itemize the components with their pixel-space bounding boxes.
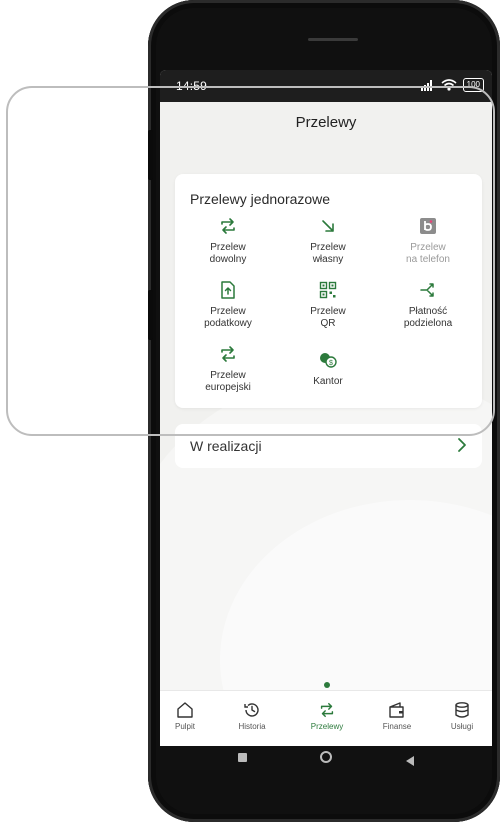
database-icon bbox=[455, 702, 469, 718]
nav-label: Finanse bbox=[382, 722, 412, 731]
nav-item-historia[interactable]: Historia bbox=[222, 701, 282, 731]
back-button[interactable] bbox=[406, 753, 415, 770]
nav-label: Historia bbox=[238, 722, 266, 731]
highlight-frame bbox=[6, 86, 495, 436]
square-icon bbox=[238, 753, 247, 762]
active-tab-indicator bbox=[324, 682, 330, 688]
system-navigation-bar bbox=[160, 746, 492, 770]
in-progress-label: W realizacji bbox=[190, 438, 262, 454]
nav-label: Pulpit bbox=[174, 722, 195, 731]
chevron-right-icon bbox=[458, 438, 466, 452]
home-icon bbox=[177, 702, 193, 718]
nav-item-uslugi[interactable]: Usługi bbox=[432, 701, 492, 731]
nav-label: Przelewy bbox=[310, 722, 344, 731]
nav-item-przelewy[interactable]: Przelewy bbox=[297, 701, 357, 731]
earpiece bbox=[308, 38, 358, 41]
recent-apps-button[interactable] bbox=[238, 753, 247, 762]
nav-item-pulpit[interactable]: Pulpit bbox=[160, 701, 215, 731]
triangle-back-icon bbox=[406, 756, 414, 766]
nav-item-finanse[interactable]: Finanse bbox=[367, 701, 427, 731]
transfer-arrows-icon bbox=[320, 702, 334, 718]
nav-label: Usługi bbox=[450, 722, 474, 731]
home-button[interactable] bbox=[320, 751, 332, 763]
bottom-navigation: Pulpit Historia Przelewy Finanse Usługi bbox=[160, 690, 492, 747]
history-icon bbox=[244, 703, 259, 717]
circle-icon bbox=[320, 751, 332, 763]
wallet-icon bbox=[389, 702, 404, 718]
